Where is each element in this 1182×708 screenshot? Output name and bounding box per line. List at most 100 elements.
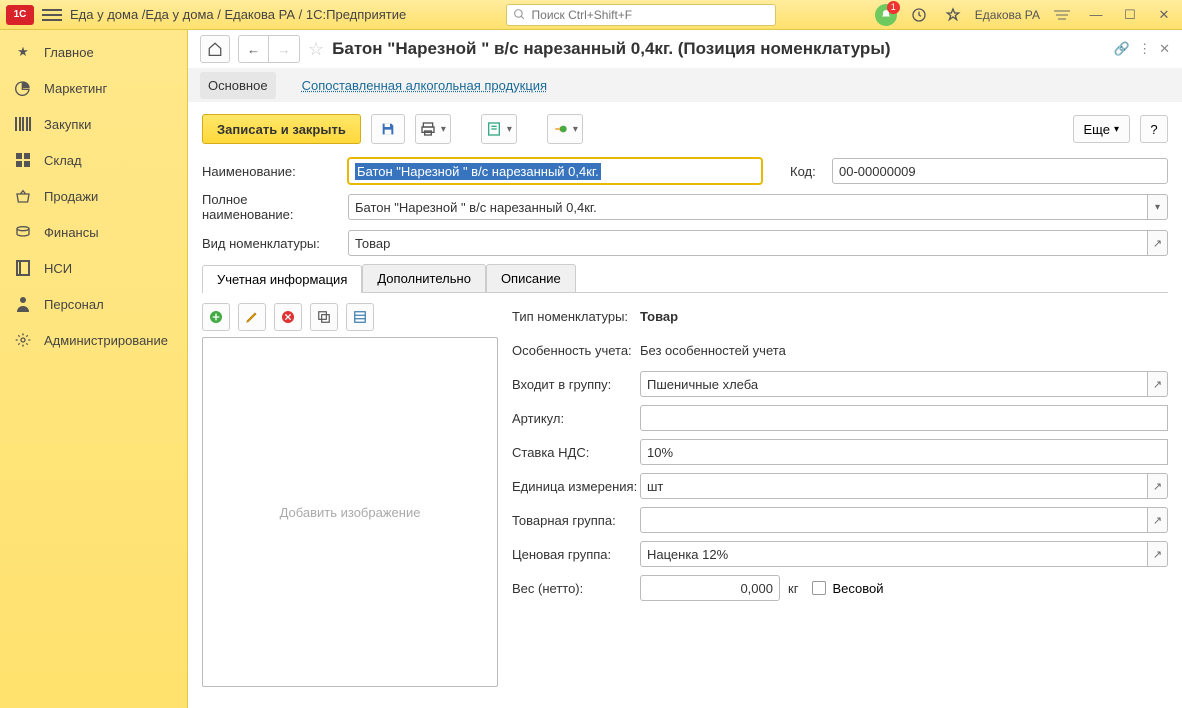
- unit-open[interactable]: ↗: [1148, 473, 1168, 499]
- app-logo: 1C: [6, 5, 34, 25]
- fullname-label: Полное наименование:: [202, 192, 340, 222]
- name-input[interactable]: Батон "Нарезной " в/с нарезанный 0,4кг.: [348, 158, 762, 184]
- image-placeholder[interactable]: Добавить изображение: [202, 337, 498, 687]
- save-button[interactable]: [371, 114, 405, 144]
- group-label: Входит в группу:: [512, 377, 640, 392]
- help-button[interactable]: ?: [1140, 115, 1168, 143]
- subtab-alcohol[interactable]: Сопоставленная алкогольная продукция: [294, 72, 556, 99]
- tab-accounting[interactable]: Учетная информация: [202, 265, 362, 293]
- favorite-toggle[interactable]: ☆: [308, 39, 324, 60]
- fullname-input[interactable]: Батон "Нарезной " в/с нарезанный 0,4кг.: [348, 194, 1148, 220]
- sidebar-item-label: Персонал: [44, 297, 104, 312]
- sidebar-item-admin[interactable]: Администрирование: [0, 322, 187, 358]
- sidebar-item-label: Закупки: [44, 117, 91, 132]
- price-group-open[interactable]: ↗: [1148, 541, 1168, 567]
- unit-label: Единица измерения:: [512, 479, 640, 494]
- nav-back[interactable]: ←: [239, 36, 269, 62]
- coins-icon: [14, 223, 32, 241]
- sidebar-item-nsi[interactable]: НСИ: [0, 250, 187, 286]
- price-group-input[interactable]: Наценка 12%: [640, 541, 1148, 567]
- article-label: Артикул:: [512, 411, 640, 426]
- search-input[interactable]: [532, 8, 769, 22]
- app-title: Еда у дома /Еда у дома / Едакова РА / 1С…: [70, 7, 406, 22]
- nav-forward: →: [269, 36, 299, 62]
- price-group-label: Ценовая группа:: [512, 547, 640, 562]
- window-maximize[interactable]: ☐: [1118, 5, 1142, 25]
- link-icon[interactable]: 🔗: [1114, 41, 1130, 57]
- sidebar-item-label: Склад: [44, 153, 82, 168]
- print-button[interactable]: [415, 114, 451, 144]
- weight-input[interactable]: 0,000: [640, 575, 780, 601]
- image-copy[interactable]: [310, 303, 338, 331]
- unit-input[interactable]: шт: [640, 473, 1148, 499]
- history-icon[interactable]: [907, 5, 931, 25]
- weighted-label: Весовой: [832, 581, 883, 596]
- name-label: Наименование:: [202, 164, 340, 179]
- type-label: Тип номенклатуры:: [512, 309, 640, 324]
- search-icon: [513, 8, 526, 21]
- sidebar-item-label: Продажи: [44, 189, 98, 204]
- basket-icon: [14, 187, 32, 205]
- sidebar-item-label: Администрирование: [44, 333, 168, 348]
- sidebar-item-label: Финансы: [44, 225, 99, 240]
- sidebar-item-sales[interactable]: Продажи: [0, 178, 187, 214]
- more-button[interactable]: Еще▾: [1073, 115, 1130, 143]
- weighted-checkbox[interactable]: [812, 581, 826, 595]
- close-tab[interactable]: ✕: [1159, 41, 1170, 57]
- menu-icon[interactable]: [42, 5, 62, 25]
- sidebar-item-marketing[interactable]: Маркетинг: [0, 70, 187, 106]
- vat-label: Ставка НДС:: [512, 445, 640, 460]
- fullname-dropdown[interactable]: ▾: [1148, 194, 1168, 220]
- tab-description[interactable]: Описание: [486, 264, 576, 292]
- sidebar-item-staff[interactable]: Персонал: [0, 286, 187, 322]
- sidebar-item-label: Маркетинг: [44, 81, 107, 96]
- home-button[interactable]: [200, 35, 230, 63]
- notification-badge: 1: [887, 1, 900, 14]
- notifications-icon[interactable]: 1: [875, 4, 897, 26]
- book-icon: [14, 259, 32, 277]
- image-list[interactable]: [346, 303, 374, 331]
- gear-icon: [14, 331, 32, 349]
- code-label: Код:: [790, 164, 824, 179]
- current-user[interactable]: Едакова РА: [975, 8, 1040, 22]
- vat-input[interactable]: 10%: [640, 439, 1168, 465]
- action-button[interactable]: [547, 114, 583, 144]
- sidebar-item-main[interactable]: ★ Главное: [0, 34, 187, 70]
- code-input[interactable]: 00-00000009: [832, 158, 1168, 184]
- sidebar-item-warehouse[interactable]: Склад: [0, 142, 187, 178]
- kebab-icon[interactable]: ⋮: [1138, 41, 1151, 57]
- group-open[interactable]: ↗: [1148, 371, 1168, 397]
- save-close-button[interactable]: Записать и закрыть: [202, 114, 361, 144]
- settings-lines-icon[interactable]: [1050, 5, 1074, 25]
- nav-buttons: ← →: [238, 35, 300, 63]
- search-box[interactable]: [506, 4, 776, 26]
- feat-value: Без особенностей учета: [640, 343, 786, 358]
- kind-label: Вид номенклатуры:: [202, 236, 340, 251]
- sidebar-item-label: Главное: [44, 45, 94, 60]
- window-close[interactable]: ✕: [1152, 5, 1176, 25]
- sidebar-item-label: НСИ: [44, 261, 72, 276]
- kind-open[interactable]: ↗: [1148, 230, 1168, 256]
- window-minimize[interactable]: —: [1084, 5, 1108, 25]
- article-input[interactable]: [640, 405, 1168, 431]
- sidebar-item-purchase[interactable]: Закупки: [0, 106, 187, 142]
- grid-icon: [14, 151, 32, 169]
- goods-group-open[interactable]: ↗: [1148, 507, 1168, 533]
- group-input[interactable]: Пшеничные хлеба: [640, 371, 1148, 397]
- barcode-icon: [14, 115, 32, 133]
- image-add[interactable]: [202, 303, 230, 331]
- kind-input[interactable]: Товар: [348, 230, 1148, 256]
- pie-icon: [14, 79, 32, 97]
- subtab-main[interactable]: Основное: [200, 72, 276, 99]
- star-icon: ★: [14, 43, 32, 61]
- sidebar-item-finance[interactable]: Финансы: [0, 214, 187, 250]
- tab-additional[interactable]: Дополнительно: [362, 264, 486, 292]
- goods-group-label: Товарная группа:: [512, 513, 640, 528]
- favorite-icon[interactable]: [941, 5, 965, 25]
- image-edit[interactable]: [238, 303, 266, 331]
- goods-group-input[interactable]: [640, 507, 1148, 533]
- image-delete[interactable]: [274, 303, 302, 331]
- report-button[interactable]: [481, 114, 517, 144]
- type-value: Товар: [640, 309, 678, 324]
- weight-unit: кг: [788, 581, 798, 596]
